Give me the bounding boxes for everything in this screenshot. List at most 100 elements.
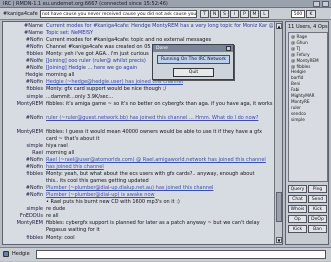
chat-message: Pegasus waiting for it [46,227,100,234]
mode-n-button[interactable]: N [210,10,219,18]
chat-nick[interactable]: #Nofin [5,44,43,51]
scroll-thumb[interactable] [276,192,282,222]
chat-nick[interactable]: #Nofin [5,185,43,192]
chat-nick[interactable]: #Nofin [5,192,43,199]
user-list-item[interactable]: @ Ghun [291,40,308,46]
chat-message: hiya rael [46,142,68,149]
user-icon [3,251,9,257]
chat-nick[interactable]: #Name [5,23,43,30]
chat-nick[interactable]: fibbles [5,86,43,93]
chat-line: simple ...dammit...only 3.9K/sec... [3,94,273,101]
user-list-item[interactable]: Beni [291,81,300,87]
whois-button[interactable]: Whois [288,205,307,213]
user-list-item[interactable]: barfid [291,75,303,81]
chat-nick[interactable]: MontyREM [5,129,43,136]
chat-message: fibbles: cybergfx support is planned for… [46,220,260,227]
chat-nick[interactable]: MontyREM [5,101,43,108]
ban-button[interactable]: Ban [308,225,327,233]
chat-line: MontyREM fibbles: I guess it would mean 4… [3,129,273,136]
chat-line: fibbles Monty: gfx card support would be … [3,86,273,93]
mode-i-button[interactable]: I [230,10,239,18]
close-icon[interactable] [226,46,231,51]
chat-nick[interactable]: #Nofin [5,79,43,86]
chat-nick[interactable]: simple [5,94,43,101]
chat-message: Plumber (~plumber@dial-up.dialup.net.au)… [46,185,214,192]
chat-nick[interactable]: #Nofin [5,37,43,44]
scroll-up-icon[interactable]: ▲ [276,23,282,29]
chat-nick[interactable]: FnEDDUs [5,213,43,220]
ping-button[interactable]: Ping [308,185,327,193]
user-list-item[interactable]: @ fibbles [291,64,310,70]
chat-line: MontyREM fibbles: it's amiga game ~ so it… [3,101,273,108]
user-list[interactable]: @ Rage @ Ghun @ TJ @ Fefury @ MontyREM @ fibb… [288,32,328,182]
chat-line: #Name Current modes for #kaniga4cafe: Hen… [3,23,273,30]
user-list-item[interactable]: simple [291,117,305,123]
user-list-item[interactable]: @ Rage [291,34,307,40]
channel-toolbar: #kaniga4cafe not have cause you never re… [0,8,331,20]
scroll-down-icon[interactable]: ▼ [276,237,282,243]
chat-nick[interactable]: #Name [5,30,43,37]
chat-scrollbar[interactable]: ▲ ▼ [274,22,282,244]
chat-nick[interactable]: #Nofin [5,157,43,164]
mode-p-button[interactable]: P [240,10,249,18]
message-input[interactable] [36,250,326,259]
kick-button[interactable]: Kick [308,205,327,213]
chat-nick[interactable]: simple [5,143,43,150]
input-nick: Hedgie [12,251,30,257]
chat-line: simple hiya rael [3,143,273,150]
chat-nick[interactable]: #Nofin [5,115,43,122]
chat-line: fibbles Monty: yeah, but what about the e… [3,171,273,178]
send-button[interactable]: Send [308,195,327,203]
chat-nick[interactable]: fibbles [5,171,43,178]
deop-button[interactable]: DeOp [308,215,327,223]
limit-field[interactable]: 500 [291,10,305,18]
chat-nick[interactable]: #Nolfe [5,65,43,72]
chat-line [3,122,273,129]
chat-nick[interactable]: Hedgie [5,72,43,79]
dialog-title: Done [153,45,233,52]
chat-message: fibbles: it's amiga game ~ so it's no be… [46,100,273,107]
chat-message: Monty: yeah, but what about the ecs user… [46,171,255,178]
chat-message: re all [46,213,59,220]
user-list-item[interactable]: Hedgie [291,69,306,75]
user-list-item[interactable]: sendco [291,111,306,117]
chat-line: Pegasus waiting for it [3,227,273,234]
chat-nick[interactable]: Rael [5,150,43,157]
chat-message: Monty: gfx card support would be nice th… [46,86,167,93]
user-list-item[interactable]: @ Fefury [291,52,310,58]
chat-message: • Rael puts his burnt new CD with 1600 m… [46,199,180,206]
chat-message: Current modes for #kaniga4cafe: topic an… [46,37,212,44]
chat-nick[interactable]: fibbles [5,235,43,242]
query-button[interactable]: Query [288,185,307,193]
chat-line: simple re dude [3,206,273,213]
quit-button[interactable]: Quit [173,68,214,77]
topic-field[interactable]: not have cause you never received cause … [40,10,197,18]
user-list-item[interactable]: MontyRE [291,99,310,105]
mode-m-button[interactable]: M [250,10,259,18]
chat-nick[interactable]: #Nolfe [5,58,43,65]
chat-message: morning all [46,149,75,156]
user-list-item[interactable]: @ TJ [291,46,300,52]
zoom-button[interactable] [322,1,329,7]
user-count: 11 Users, 4 Ops [288,24,328,30]
chat-button[interactable]: Chat [288,195,307,203]
chat-nick[interactable]: #Nofin [5,164,43,171]
op-button[interactable]: Op [288,215,307,223]
key-button[interactable]: K [306,10,316,18]
chat-line: fibbles Monty: cool [3,235,273,242]
user-list-item[interactable]: @ MontyREM [291,58,319,64]
depth-button[interactable] [313,1,320,7]
chat-line: #Nofin Plumber (~plumber@dial-up) is awak… [3,192,273,199]
user-list-item[interactable]: Fabi [291,87,299,93]
chat-nick[interactable]: MontyREM [5,220,43,227]
mode-s-button[interactable]: S [220,10,229,18]
chat-nick[interactable]: fibbles [5,51,43,58]
mode-t-button[interactable]: T [200,10,209,18]
mode-l-button[interactable]: L [260,10,269,18]
chat-message: Topic set: NeMEISY [46,30,94,37]
user-list-item[interactable]: ruler [291,105,301,111]
user-list-item[interactable]: MightyMAR [291,93,315,99]
chat-pane[interactable]: #Name Current modes for #kaniga4cafe: Hen… [2,21,283,245]
chat-nick[interactable]: simple [5,206,43,213]
kick-button[interactable]: Kick [288,225,307,233]
